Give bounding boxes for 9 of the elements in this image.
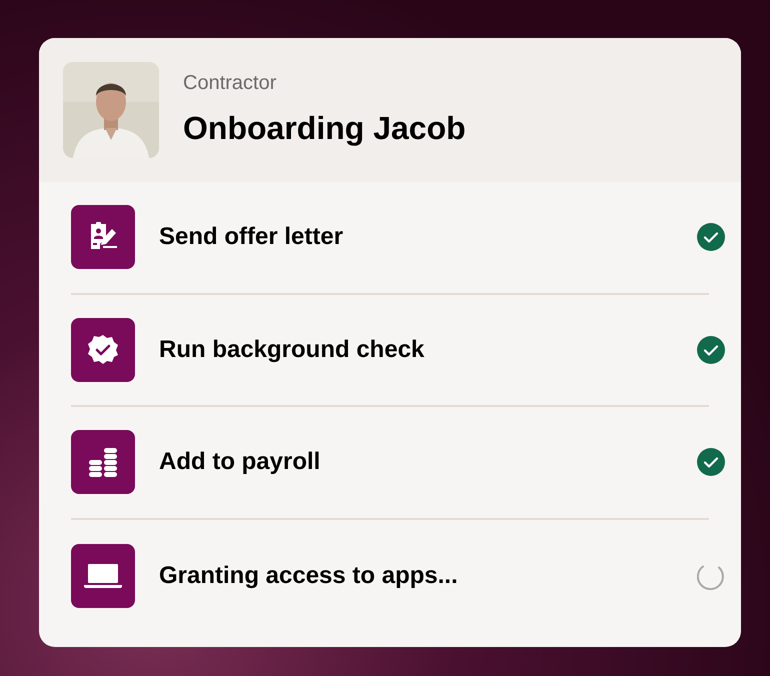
- task-label: Run background check: [159, 334, 426, 365]
- task-label: Send offer letter: [159, 222, 344, 252]
- task-label: Add to payroll: [159, 447, 322, 478]
- check-badge-icon: [86, 332, 120, 367]
- subtitle: Contractor: [183, 71, 278, 96]
- laptop-icon: [84, 562, 122, 589]
- coin-stacks-icon: [87, 446, 119, 478]
- task-label: Granting access to apps...: [159, 560, 459, 591]
- card-title: Onboarding Jacob: [183, 109, 466, 148]
